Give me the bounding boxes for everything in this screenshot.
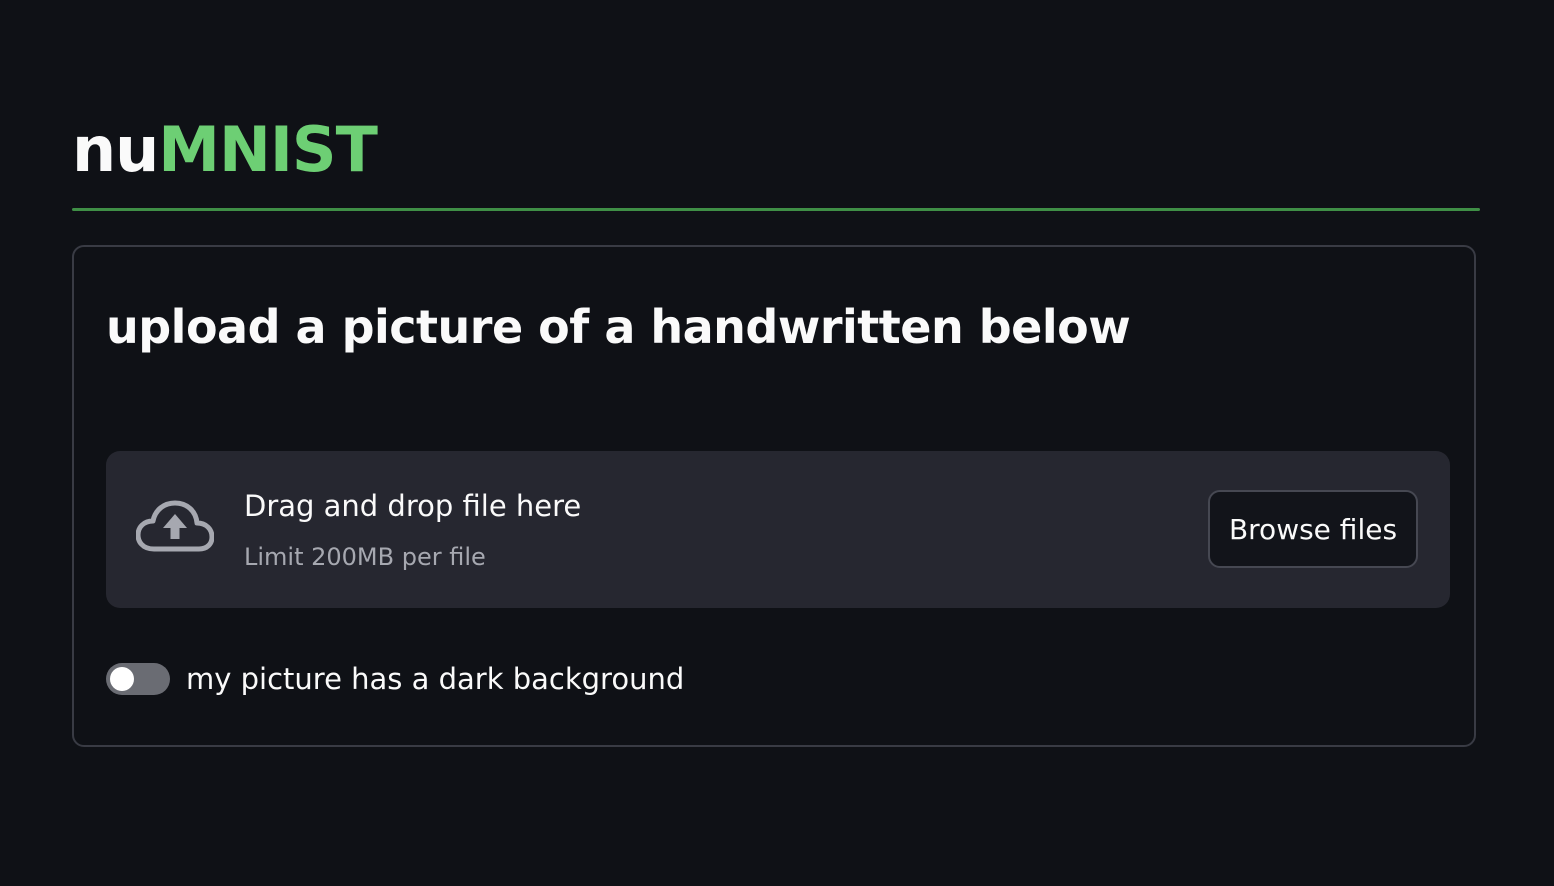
browse-files-button[interactable]: Browse files bbox=[1208, 490, 1418, 568]
title-prefix: nu bbox=[72, 113, 159, 186]
file-dropzone[interactable]: Drag and drop file here Limit 200MB per … bbox=[106, 451, 1450, 608]
file-size-limit: Limit 200MB per file bbox=[244, 543, 486, 571]
app-root: nuMNIST upload a picture of a handwritte… bbox=[0, 0, 1554, 886]
title-divider bbox=[72, 208, 1480, 211]
cloud-upload-icon bbox=[135, 497, 215, 559]
page-title: nuMNIST bbox=[72, 110, 378, 190]
upload-form: upload a picture of a handwritten below … bbox=[72, 245, 1476, 747]
form-heading: upload a picture of a handwritten below bbox=[106, 300, 1131, 354]
dark-background-toggle[interactable] bbox=[106, 663, 170, 695]
dark-background-toggle-label[interactable]: my picture has a dark background bbox=[186, 662, 684, 696]
toggle-knob bbox=[110, 667, 134, 691]
drop-instructions: Drag and drop file here bbox=[244, 489, 582, 523]
dark-background-toggle-row: my picture has a dark background bbox=[106, 662, 684, 696]
title-highlight: MNIST bbox=[158, 113, 378, 186]
